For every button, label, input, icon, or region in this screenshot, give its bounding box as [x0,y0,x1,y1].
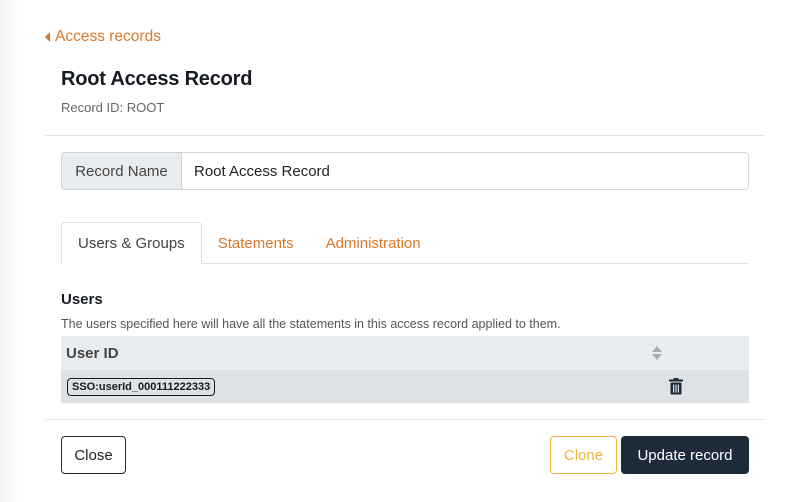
close-button[interactable]: Close [61,436,126,474]
table-header: User ID [61,336,749,370]
page-title: Root Access Record [61,68,253,90]
trash-icon[interactable] [668,378,684,395]
header-divider [45,135,765,136]
record-name-label: Record Name [62,153,182,189]
clone-button[interactable]: Clone [550,436,617,474]
record-name-field: Record Name [61,152,749,190]
tab-bar: Users & Groups Statements Administration [61,222,749,265]
users-table: User ID SSO:userId_000111222333 [61,336,749,403]
footer-divider [45,419,765,420]
back-link-label: Access records [55,28,161,45]
record-name-input[interactable] [182,153,748,189]
update-record-button[interactable]: Update record [621,436,749,474]
users-section-title: Users [61,291,103,308]
record-id: Record ID: ROOT [61,100,165,115]
back-to-access-records-link[interactable]: Access records [45,28,161,46]
table-row: SSO:userId_000111222333 [61,370,749,403]
tab-administration[interactable]: Administration [310,222,437,264]
tab-statements[interactable]: Statements [202,222,310,264]
tab-users-groups[interactable]: Users & Groups [61,222,202,265]
users-section-description: The users specified here will have all t… [61,317,561,331]
user-id-badge: SSO:userId_000111222333 [67,377,216,396]
column-header-user-id[interactable]: User ID [61,345,119,362]
sort-icon[interactable] [652,346,662,361]
caret-left-icon [45,32,50,42]
